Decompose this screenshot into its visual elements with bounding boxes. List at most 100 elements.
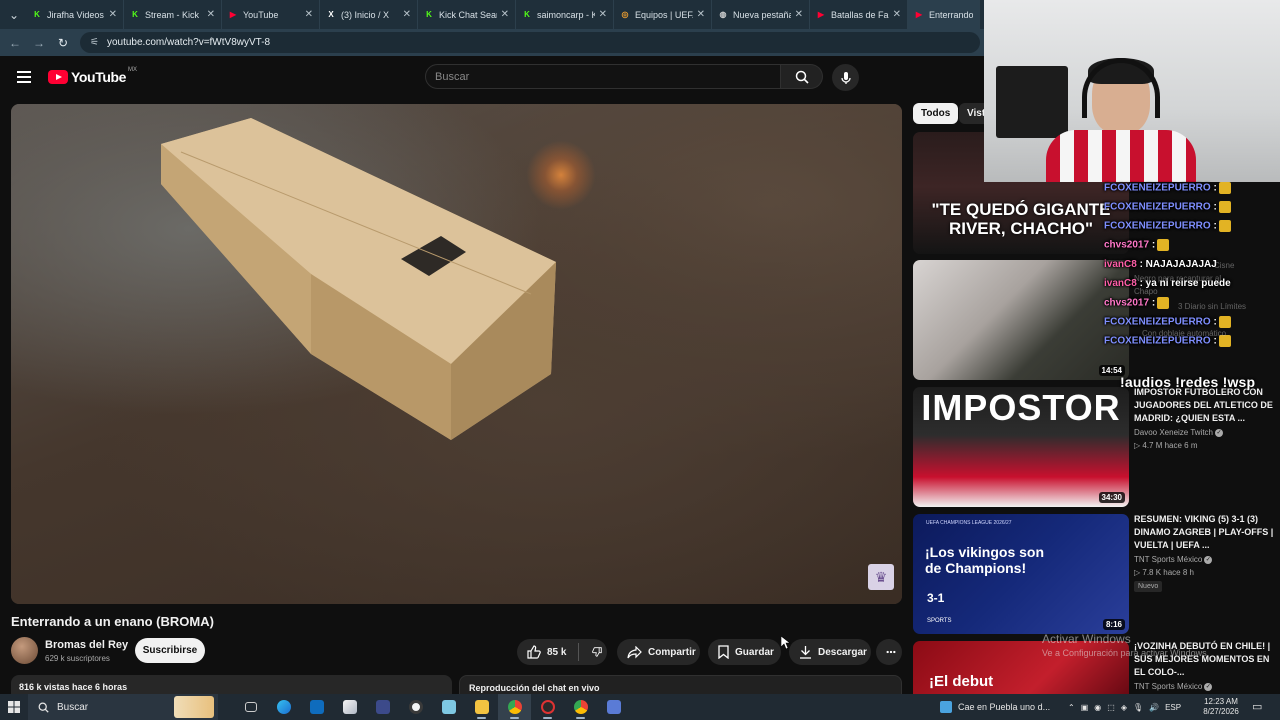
browser-tab[interactable]: KKick Chat Search✕ — [418, 0, 516, 29]
browser-tab[interactable]: K Stream - Kick ✕ — [124, 0, 222, 29]
reload-icon[interactable]: ↻ — [51, 36, 75, 50]
browser-tab[interactable]: K Jirafha Videos ✕ — [26, 0, 124, 29]
language-indicator[interactable]: ESP — [1165, 703, 1181, 712]
video-player[interactable]: ♛ — [11, 104, 902, 604]
share-button[interactable]: Compartir — [617, 639, 700, 665]
chat-message: chvs2017 : — [1104, 297, 1170, 309]
obs-icon[interactable] — [399, 694, 432, 720]
store-icon[interactable] — [333, 694, 366, 720]
app-icon[interactable] — [531, 694, 564, 720]
volume-icon[interactable]: 🔊 — [1149, 703, 1159, 712]
recommended-thumbnail[interactable]: 14:54 — [913, 260, 1129, 380]
thumbs-down-icon — [592, 647, 602, 657]
youtube-play-icon — [48, 70, 68, 84]
browser-tab[interactable]: Ksaimoncarp - Kick✕ — [516, 0, 614, 29]
browser-tab-active[interactable]: ▶Enterrando a un enano — [908, 0, 980, 29]
tab-close-icon[interactable]: ✕ — [109, 9, 117, 20]
tab-favicon: K — [34, 10, 40, 19]
youtube-logo[interactable]: YouTube MX — [48, 67, 137, 85]
tab-close-icon[interactable]: ✕ — [207, 9, 215, 20]
tab-close-icon[interactable]: ✕ — [795, 9, 803, 20]
underlying-text: 3 Diario sin Límites — [1178, 302, 1247, 311]
tab-close-icon[interactable]: ✕ — [599, 9, 607, 20]
recommended-video-title[interactable]: RESUMEN: VIKING (5) 3-1 (3) DINAMO ZAGRE… — [1134, 513, 1274, 552]
recommended-thumbnail[interactable]: IMPOSTOR 34:30 — [913, 387, 1129, 507]
verified-icon: ✓ — [1204, 555, 1213, 564]
site-info-icon[interactable]: ⚟ — [90, 37, 99, 48]
emote-icon — [1157, 239, 1170, 251]
back-arrow-icon[interactable]: ← — [3, 36, 27, 50]
download-button[interactable]: Descargar — [789, 639, 871, 665]
tab-close-icon[interactable]: ✕ — [403, 9, 411, 20]
microphone-icon[interactable]: 🎙 — [1133, 703, 1143, 712]
search-input[interactable]: Buscar — [425, 64, 781, 89]
emote-icon — [1218, 220, 1231, 232]
taskbar-news-widget[interactable]: Cae en Puebla uno d... — [940, 694, 1050, 720]
thumbnail-text: ¡El debut — [929, 673, 994, 690]
tray-app-icon[interactable]: ▣ — [1081, 703, 1089, 712]
tray-app-icon[interactable]: ◈ — [1121, 703, 1127, 712]
forward-arrow-icon[interactable]: → — [27, 36, 51, 50]
tab-search-button[interactable]: ⌄ — [2, 4, 26, 26]
menu-icon[interactable] — [17, 71, 31, 83]
browser-tab[interactable]: ◍ Nueva pestaña ✕ — [712, 0, 810, 29]
recommended-video-title[interactable]: IMPOSTOR FUTBOLERO CON JUGADORES DEL ATL… — [1134, 386, 1274, 425]
tray-app-icon[interactable]: ◉ — [1094, 703, 1101, 712]
outlook-icon[interactable] — [300, 694, 333, 720]
chip-all[interactable]: Todos — [913, 103, 959, 124]
search-highlight-illustration — [174, 696, 214, 718]
taskbar-search[interactable]: Buscar — [28, 694, 218, 720]
settings-app-icon[interactable] — [597, 694, 630, 720]
browser-tab[interactable]: ◎ Equipos | UEFA ✕ — [614, 0, 712, 29]
tab-close-icon[interactable]: ✕ — [697, 9, 705, 20]
bookmark-icon — [718, 645, 729, 659]
taskbar-clock[interactable]: 12:23 AM 8/27/2026 — [1198, 697, 1244, 717]
search-icon — [38, 702, 49, 713]
chevron-up-icon[interactable]: ⌃ — [1068, 703, 1075, 712]
dislike-button[interactable] — [582, 639, 608, 665]
emote-icon — [1218, 182, 1231, 194]
tab-close-icon[interactable]: ✕ — [305, 9, 313, 20]
subscribe-button[interactable]: Suscribirse — [135, 638, 205, 663]
edge-icon[interactable] — [267, 694, 300, 720]
tab-favicon: ◎ — [621, 10, 629, 19]
channel-watermark-icon[interactable]: ♛ — [868, 564, 894, 590]
emote-icon — [1218, 201, 1231, 213]
start-button[interactable] — [0, 701, 28, 713]
system-tray: ⌃ ▣ ◉ ⬚ ◈ 🎙 🔊 ESP — [1068, 694, 1181, 720]
tab-close-icon[interactable]: ✕ — [893, 9, 901, 20]
more-horizontal-icon — [886, 650, 896, 654]
vs-code-icon[interactable] — [366, 694, 399, 720]
browser-tab[interactable]: ▶ Batallas de Fan ✕ — [810, 0, 908, 29]
file-explorer-icon[interactable] — [465, 694, 498, 720]
save-button[interactable]: Guardar — [708, 639, 781, 665]
browser-tab[interactable]: X (3) Inicio / X ✕ — [320, 0, 418, 29]
tab-close-icon[interactable]: ✕ — [501, 9, 509, 20]
search-button[interactable] — [781, 64, 823, 89]
more-actions-button[interactable] — [876, 639, 902, 665]
channel-name[interactable]: Bromas del Rey — [45, 639, 128, 651]
notifications-icon[interactable]: ▭ — [1252, 700, 1262, 713]
clock-date: 8/27/2026 — [1203, 707, 1239, 716]
task-view-icon[interactable] — [234, 694, 267, 720]
url-input[interactable]: ⚟ youtube.com/watch?v=fWtV8wyVT-8 — [80, 32, 980, 53]
tab-favicon: K — [132, 10, 138, 19]
tab-favicon: K — [426, 10, 432, 19]
recommended-video-title[interactable]: ¡VOZINHA DEBUTÓ EN CHILE! | SUS MEJORES … — [1134, 640, 1274, 679]
chrome-icon[interactable] — [498, 694, 531, 720]
recommended-channel[interactable]: TNT Sports México ✓ — [1134, 682, 1213, 691]
thumbnail-text: ¡Los vikingos son de Champions! — [925, 544, 1045, 576]
notepad-icon[interactable] — [432, 694, 465, 720]
chrome-profile-icon[interactable] — [564, 694, 597, 720]
voice-search-button[interactable] — [832, 64, 859, 91]
channel-avatar[interactable] — [11, 637, 38, 664]
thumbnail-brand: SPORTS — [927, 618, 952, 624]
browser-address-bar: ← → ↻ ⚟ youtube.com/watch?v=fWtV8wyVT-8 — [0, 29, 984, 56]
browser-tab[interactable]: ▶ YouTube ✕ — [222, 0, 320, 29]
recommended-channel[interactable]: Davoo Xeneize Twitch ✓ — [1134, 428, 1224, 437]
recommended-thumbnail[interactable]: UEFA CHAMPIONS LEAGUE 2026/27 ¡Los vikin… — [913, 514, 1129, 634]
like-divider — [578, 643, 580, 661]
tray-app-icon[interactable]: ⬚ — [1107, 703, 1115, 712]
recommended-channel[interactable]: TNT Sports México ✓ — [1134, 555, 1213, 564]
search-icon — [795, 70, 809, 84]
